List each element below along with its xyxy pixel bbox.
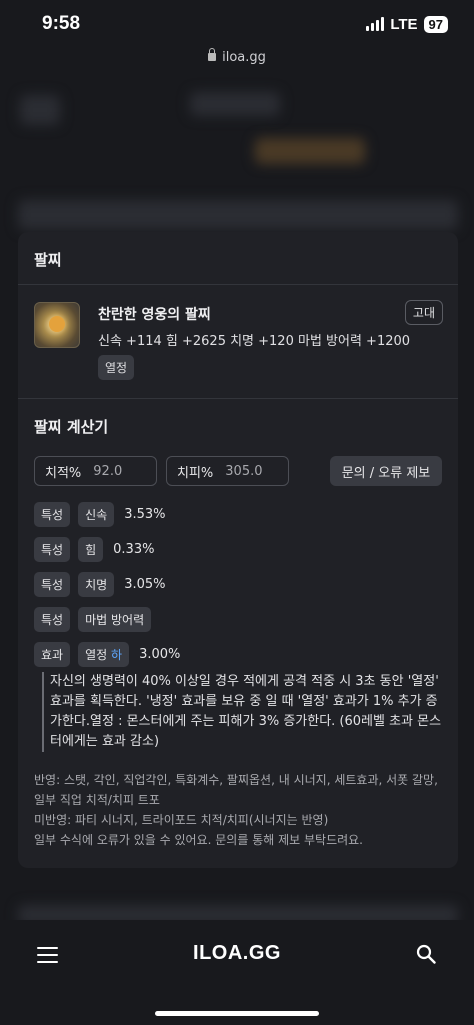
- network-label: LTE: [390, 15, 418, 33]
- site-logo[interactable]: ILOA.GG: [0, 942, 474, 965]
- lock-icon: [208, 48, 217, 61]
- row-type-chip: 특성: [34, 537, 71, 562]
- status-indicators: LTE 97: [366, 15, 448, 33]
- note-not-applied: 미반영: 파티 시너지, 트라이포드 치적/치피(시너지는 반영): [34, 813, 329, 827]
- status-time: 9:58: [42, 13, 81, 34]
- crit-rate-label: 치적%: [45, 465, 82, 481]
- effect-name-chip: 열정 하: [78, 642, 130, 667]
- crit-rate-input[interactable]: 치적% 92.0: [34, 456, 157, 486]
- item-name: 찬란한 영웅의 팔찌: [98, 307, 211, 323]
- bracelet-item-icon: [34, 302, 80, 348]
- grade-badge: 고대: [404, 300, 443, 325]
- crit-damage-input[interactable]: 치피% 305.0: [166, 456, 289, 486]
- blurred-back-button: [20, 95, 60, 125]
- effect-row: 효과 열정 하 3.00%: [34, 642, 180, 667]
- blurred-header-title: [190, 92, 280, 116]
- row-name-chip: 힘: [78, 537, 104, 562]
- url-text: iloa.gg: [222, 50, 266, 65]
- divider: [18, 398, 458, 399]
- row-type-chip: 효과: [34, 642, 71, 667]
- status-bar: 9:58 LTE 97: [0, 0, 474, 48]
- row-value: 0.33%: [113, 542, 155, 557]
- stat-row-crit: 특성 치명 3.05%: [34, 572, 166, 597]
- bottom-nav: ILOA.GG: [0, 920, 474, 1000]
- item-effect-tag: 열정: [98, 355, 135, 380]
- address-bar[interactable]: iloa.gg: [0, 48, 474, 65]
- blurred-character-info: [255, 138, 365, 164]
- stat-row-magic-defense: 특성 마법 방어력: [34, 607, 161, 632]
- row-name-chip: 신속: [78, 502, 115, 527]
- effect-grade: 하: [111, 648, 123, 662]
- row-type-chip: 특성: [34, 572, 71, 597]
- row-value: 3.05%: [124, 577, 166, 592]
- crit-damage-value: 305.0: [225, 463, 263, 479]
- stat-row-strength: 특성 힘 0.33%: [34, 537, 154, 562]
- item-stats: 신속 +114 힘 +2625 치명 +120 마법 방어력 +1200: [98, 334, 411, 349]
- crit-rate-value: 92.0: [93, 463, 123, 479]
- row-type-chip: 특성: [34, 502, 71, 527]
- divider: [18, 284, 458, 285]
- crit-damage-label: 치피%: [177, 465, 214, 481]
- row-name-chip: 마법 방어력: [78, 607, 152, 632]
- stat-row-swiftness: 특성 신속 3.53%: [34, 502, 166, 527]
- effect-name: 열정: [85, 648, 108, 662]
- bracelet-panel: 팔찌 찬란한 영웅의 팔찌 고대 신속 +114 힘 +2625 치명 +120…: [18, 232, 458, 868]
- blurred-tab-bar: [18, 200, 458, 230]
- note-disclaimer: 일부 수식에 오류가 있을 수 있어요. 문의를 통해 제보 부탁드려요.: [34, 833, 364, 847]
- report-button[interactable]: 문의 / 오류 제보: [330, 456, 442, 486]
- section-title: 팔찌: [34, 251, 62, 269]
- row-name-chip: 치명: [78, 572, 115, 597]
- calculator-notes: 반영: 스탯, 각인, 직업각인, 특화계수, 팔찌옵션, 내 시너지, 세트효…: [34, 770, 444, 850]
- search-icon[interactable]: [416, 944, 436, 964]
- battery-icon: 97: [423, 15, 448, 33]
- effect-description: 자신의 생명력이 40% 이상일 경우 적에게 공격 적중 시 3초 동안 '열…: [42, 672, 444, 752]
- calculator-title: 팔찌 계산기: [34, 418, 109, 436]
- home-indicator: [155, 1011, 319, 1016]
- note-applied: 반영: 스탯, 각인, 직업각인, 특화계수, 팔찌옵션, 내 시너지, 세트효…: [34, 773, 438, 807]
- row-type-chip: 특성: [34, 607, 71, 632]
- row-value: 3.53%: [124, 507, 166, 522]
- signal-icon: [366, 17, 385, 31]
- row-value: 3.00%: [139, 647, 181, 662]
